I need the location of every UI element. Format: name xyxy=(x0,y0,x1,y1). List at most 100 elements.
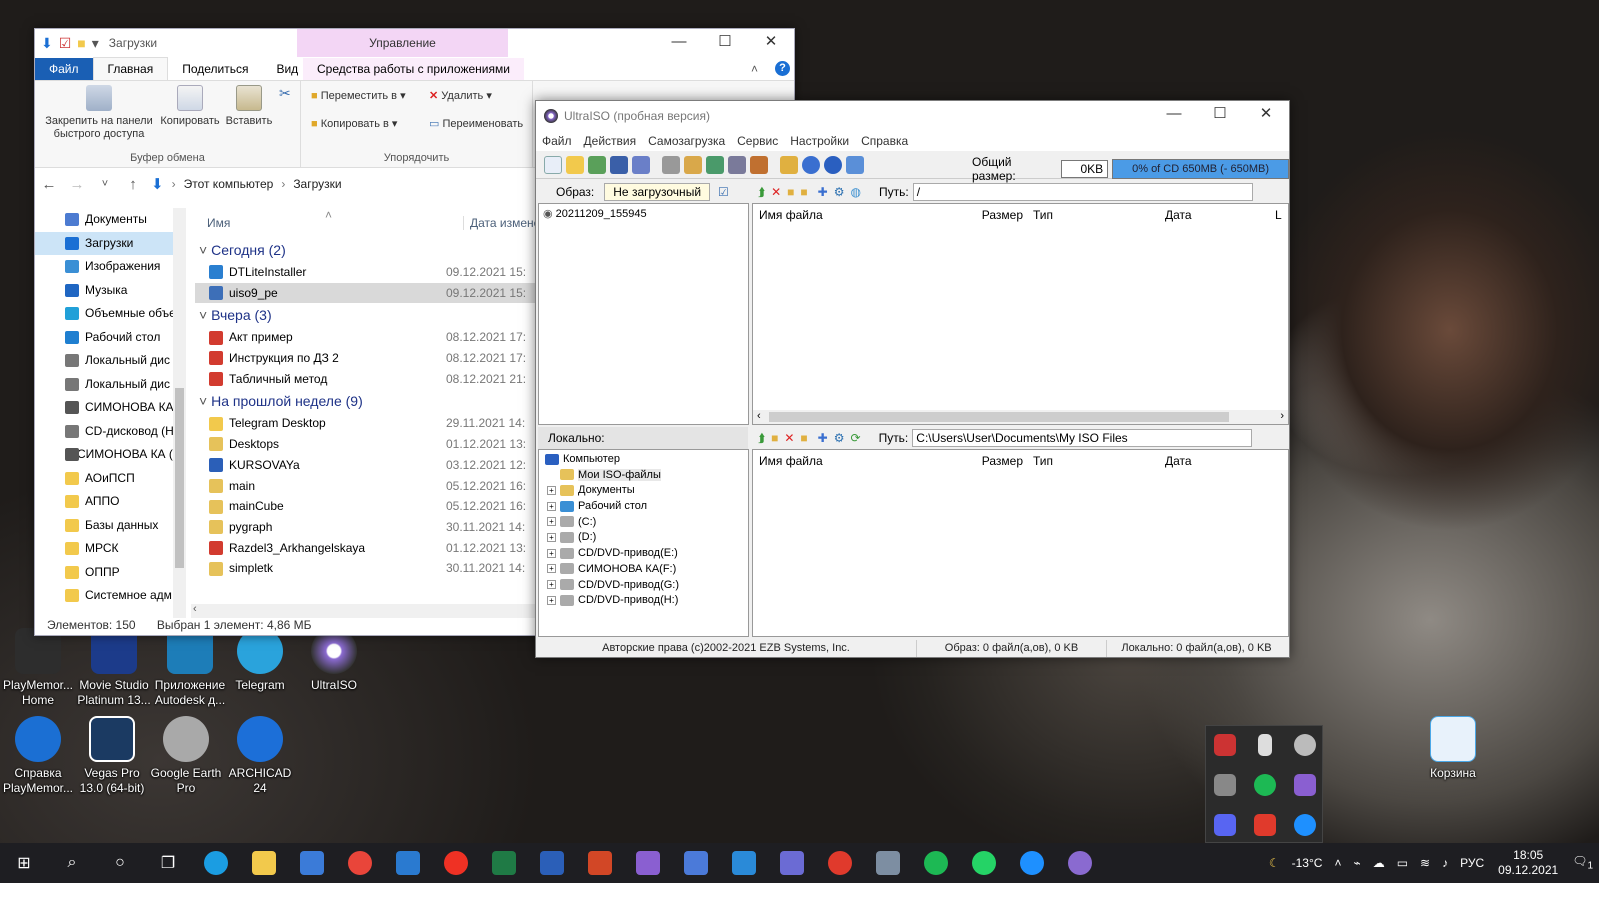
search-button[interactable]: ⌕ xyxy=(48,843,96,883)
delete-icon[interactable]: ✕ xyxy=(771,185,781,199)
rename-folder-icon[interactable]: ■ xyxy=(800,431,807,445)
open-icon[interactable] xyxy=(566,155,584,174)
desktop-icon-vegas[interactable]: Vegas Pro 13.0 (64-bit) xyxy=(74,716,150,796)
battery-icon[interactable]: ▭ xyxy=(1397,856,1408,870)
taskbar-app-button[interactable] xyxy=(384,843,432,883)
info-icon[interactable] xyxy=(802,155,820,174)
tab-app-tools[interactable]: Средства работы с приложениями xyxy=(303,57,524,80)
tray-overflow-icon[interactable]: ˄ xyxy=(1334,856,1341,870)
taskbar-app-button[interactable] xyxy=(288,843,336,883)
new-icon[interactable] xyxy=(544,155,562,174)
volume-icon[interactable]: ♪ xyxy=(1442,856,1448,870)
menu-item[interactable]: Файл xyxy=(536,134,578,148)
taskbar-app-button[interactable] xyxy=(960,843,1008,883)
taskbar-app-button[interactable] xyxy=(768,843,816,883)
col-size[interactable]: Размер xyxy=(943,454,1029,468)
options-icon[interactable] xyxy=(780,155,798,174)
temperature[interactable]: -13°C xyxy=(1292,856,1323,870)
desktop-icon-movie-studio[interactable]: Movie Studio Platinum 13... xyxy=(76,628,152,708)
steam-icon[interactable] xyxy=(1294,734,1316,756)
nav-item[interactable]: АППО xyxy=(35,490,185,514)
defender-icon[interactable] xyxy=(1214,734,1236,756)
local-path-field[interactable]: C:\Users\User\Documents\My ISO Files xyxy=(912,429,1253,447)
microphone-icon[interactable] xyxy=(1258,734,1272,756)
add-files-icon[interactable]: ✚ xyxy=(818,431,828,445)
clock[interactable]: 18:05 09.12.2021 xyxy=(1498,848,1558,878)
desktop-icon-help[interactable]: Справка PlayMemor... xyxy=(0,716,76,796)
settings-gear-icon[interactable]: ⚙ xyxy=(834,185,845,199)
menu-item[interactable]: Самозагрузка xyxy=(642,134,731,148)
help-icon[interactable]: ? xyxy=(775,61,790,76)
tree-node[interactable]: + (D:) xyxy=(543,530,744,546)
forward-arrow-icon[interactable]: → xyxy=(63,176,91,193)
taskbar-app-button[interactable] xyxy=(720,843,768,883)
desktop-icon-autodesk[interactable]: Приложение Autodesk д... xyxy=(152,628,228,708)
taskbar-app-button[interactable] xyxy=(336,843,384,883)
scroll-left-icon[interactable]: ‹ xyxy=(193,603,197,615)
tree-node[interactable]: + CD/DVD-привод(E:) xyxy=(543,546,744,562)
open-cd-icon[interactable] xyxy=(588,155,606,174)
qat-dropdown-icon[interactable]: ▾ xyxy=(92,35,99,52)
burn-icon[interactable] xyxy=(728,155,746,174)
copy-button[interactable]: Копировать xyxy=(157,85,223,128)
taskbar-app-button[interactable] xyxy=(240,843,288,883)
anydesk-icon[interactable] xyxy=(1254,814,1276,836)
compress-icon[interactable] xyxy=(706,155,724,174)
col-date[interactable]: Дата xyxy=(1165,454,1192,468)
image-hscroll-thumb[interactable] xyxy=(769,412,1229,422)
taskbar-app-button[interactable] xyxy=(1056,843,1104,883)
save-as-icon[interactable] xyxy=(632,155,650,174)
delete-button[interactable]: ✕ Удалить ▾ xyxy=(429,89,492,102)
expand-icon[interactable]: + xyxy=(547,580,556,590)
nav-item[interactable]: АОиПСП xyxy=(35,467,185,491)
col-type[interactable]: Тип xyxy=(1029,454,1165,468)
menu-item[interactable]: Настройки xyxy=(784,134,855,148)
taskbar-app-button[interactable] xyxy=(528,843,576,883)
nav-item[interactable]: Музыка xyxy=(35,279,185,303)
desktop-icon-recycle-bin[interactable]: Корзина xyxy=(1415,716,1491,781)
nav-item[interactable]: Изображения xyxy=(35,255,185,279)
folder-icon[interactable]: ■ xyxy=(77,35,85,51)
capacity-bar[interactable]: 0% of CD 650MB (- 650MB) xyxy=(1112,159,1289,179)
tree-node[interactable]: + CD/DVD-привод(G:) xyxy=(543,578,744,594)
properties-icon[interactable]: ☑ xyxy=(59,35,72,52)
nav-item[interactable]: Рабочий стол xyxy=(35,326,185,350)
nav-item[interactable]: СИМОНОВА КА ( xyxy=(35,443,185,467)
col-size[interactable]: Размер xyxy=(943,208,1029,222)
taskbar-app-button[interactable] xyxy=(432,843,480,883)
up-folder-icon[interactable]: ⮭ xyxy=(758,431,765,446)
tab-file[interactable]: Файл xyxy=(35,57,93,80)
scroll-right-icon[interactable]: › xyxy=(1280,410,1284,422)
tree-node[interactable]: + СИМОНОВА КА(F:) xyxy=(543,562,744,578)
nav-item[interactable]: CD-дисковод (Н xyxy=(35,420,185,444)
menu-item[interactable]: Действия xyxy=(578,134,643,148)
ultraiso-titlebar[interactable]: UltraISO (пробная версия) — ☐ ✕ xyxy=(536,101,1289,131)
recent-dropdown-icon[interactable]: ˅ xyxy=(91,178,119,190)
rename-folder-icon[interactable]: ■ xyxy=(800,185,807,199)
taskbar-app-button[interactable] xyxy=(192,843,240,883)
nav-item[interactable]: Локальный дис xyxy=(35,373,185,397)
close-button[interactable]: ✕ xyxy=(748,29,794,57)
extract-icon[interactable] xyxy=(662,155,680,174)
col-filename[interactable]: Имя файла xyxy=(753,454,943,468)
nav-item[interactable]: Локальный дис xyxy=(35,349,185,373)
delete-icon[interactable]: ✕ xyxy=(784,431,794,445)
nav-item[interactable]: ОППР xyxy=(35,561,185,585)
refresh-icon[interactable]: ◍ xyxy=(851,185,861,199)
image-path-field[interactable]: / xyxy=(912,183,1253,201)
feather-icon[interactable] xyxy=(1294,774,1316,796)
notifications-icon[interactable]: 🗨︎1 xyxy=(1572,854,1593,871)
cut-icon[interactable]: ✂ xyxy=(279,85,291,102)
taskbar-app-button[interactable] xyxy=(816,843,864,883)
scroll-left-icon[interactable]: ‹ xyxy=(757,410,761,422)
refresh-icon[interactable]: ⟳ xyxy=(851,431,861,445)
tree-node[interactable]: + Рабочий стол xyxy=(543,499,744,515)
nav-item[interactable]: Объемные объе xyxy=(35,302,185,326)
col-date[interactable]: Дата xyxy=(1165,208,1275,222)
exit-icon[interactable] xyxy=(846,155,864,174)
context-tab-manage[interactable]: Управление xyxy=(297,29,508,57)
col-type[interactable]: Тип xyxy=(1029,208,1165,222)
col-extra[interactable]: L xyxy=(1275,208,1282,222)
nav-item[interactable]: Документы xyxy=(35,208,185,232)
paste-button[interactable]: Вставить xyxy=(221,85,277,128)
